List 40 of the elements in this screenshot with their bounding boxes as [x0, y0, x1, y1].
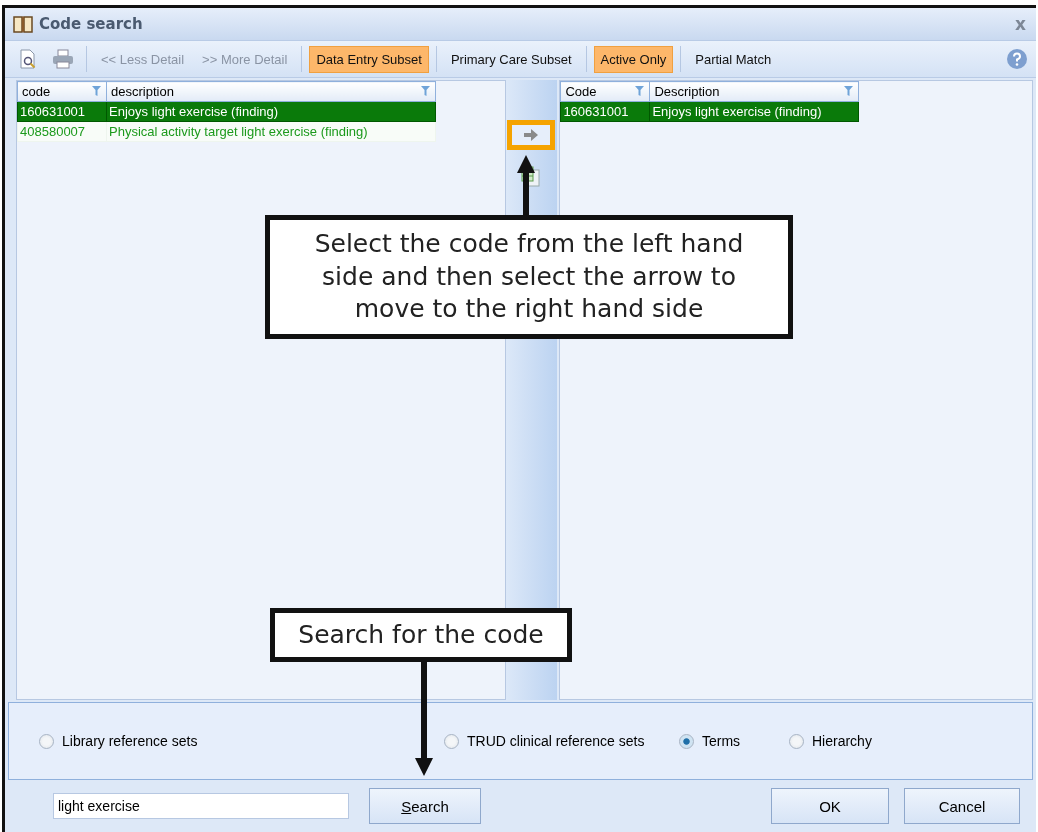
radio-label: TRUD clinical reference sets — [467, 733, 645, 749]
callout: Search for the code — [270, 608, 572, 662]
radio-option[interactable]: Terms — [679, 733, 789, 749]
column-header[interactable]: Description — [649, 81, 859, 102]
printer-icon — [52, 49, 74, 69]
radio-label: Hierarchy — [812, 733, 872, 749]
right-arrow-icon — [524, 129, 539, 141]
book-icon — [13, 15, 33, 33]
radio-button[interactable] — [444, 733, 459, 749]
radio-button[interactable] — [679, 733, 694, 749]
window-title: Code search — [39, 15, 144, 33]
radio-option[interactable]: Hierarchy — [789, 733, 909, 749]
search-field[interactable]: light exercise — [53, 793, 349, 819]
column-header[interactable]: code — [17, 81, 107, 102]
filter-icon[interactable] — [844, 86, 854, 96]
filter-icon[interactable] — [635, 86, 645, 96]
ok-button[interactable]: OK — [771, 788, 889, 824]
code-cell[interactable]: 408580007 — [17, 121, 107, 142]
column-header[interactable]: description — [106, 81, 436, 102]
filter-toggle[interactable]: Partial Match — [688, 45, 779, 73]
radio-button[interactable] — [39, 733, 54, 749]
filter-icon[interactable] — [92, 86, 101, 96]
code-cell[interactable]: 160631001 — [560, 101, 650, 122]
callout: Select the code from the left hand side and then select the arrow to move to the right hand side — [265, 215, 793, 339]
search-button[interactable]: Search — [369, 788, 481, 824]
radio-button[interactable] — [789, 733, 804, 749]
print-preview-icon — [18, 49, 38, 69]
filter-toggle[interactable]: Primary Care Subset — [443, 45, 579, 73]
radio-label: Library reference sets — [62, 733, 198, 749]
filter-toggle[interactable]: Active Only — [593, 45, 674, 73]
radio-option[interactable]: TRUD clinical reference sets — [444, 733, 679, 749]
column-header[interactable]: Code — [560, 81, 650, 102]
filter-toggle[interactable]: Data Entry Subset — [309, 45, 429, 73]
move-right-button[interactable] — [507, 120, 556, 150]
filter-icon[interactable] — [421, 86, 430, 96]
radio-label: Terms — [702, 733, 741, 749]
help-icon[interactable] — [1006, 48, 1028, 70]
radio-option[interactable]: Library reference sets — [39, 733, 444, 749]
code-cell[interactable]: 160631001 — [17, 101, 107, 122]
cancel-button[interactable]: Cancel — [904, 788, 1020, 824]
